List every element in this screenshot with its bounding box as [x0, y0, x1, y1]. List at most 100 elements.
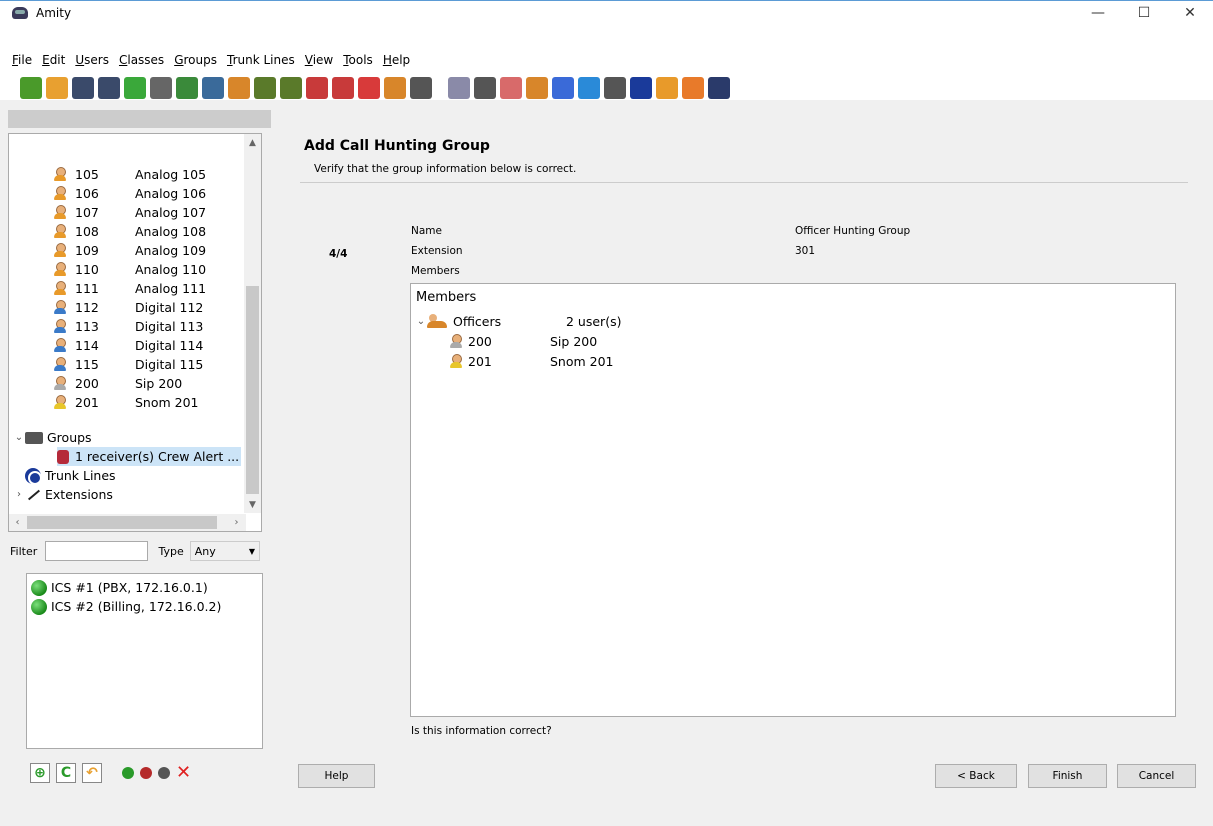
- alert-user-icon[interactable]: [358, 77, 380, 99]
- tools-icon[interactable]: [604, 77, 626, 99]
- phone-icon[interactable]: [410, 77, 432, 99]
- status-gray-icon[interactable]: [158, 767, 170, 779]
- trunk-icon[interactable]: [630, 77, 652, 99]
- groups-label: Groups: [47, 430, 92, 445]
- tree-groups-node[interactable]: ⌄ Groups: [13, 428, 92, 447]
- add-server-button[interactable]: ⊕: [30, 763, 50, 783]
- tree-user-item[interactable]: 111 Analog 111: [53, 279, 206, 298]
- forward-arrow-icon[interactable]: [682, 77, 704, 99]
- user-name: Analog 106: [135, 186, 207, 201]
- menu-view[interactable]: View: [300, 53, 338, 67]
- tree-trunk-lines-node[interactable]: Trunk Lines: [25, 466, 116, 485]
- link-icon[interactable]: [552, 77, 574, 99]
- undo-icon: ↶: [86, 765, 98, 781]
- tree-user-item[interactable]: 105 Analog 105: [53, 165, 206, 184]
- menu-help[interactable]: Help: [378, 53, 415, 67]
- add-group-icon[interactable]: [228, 77, 250, 99]
- scroll-thumb[interactable]: [246, 286, 259, 494]
- analog-user-icon: [53, 186, 67, 201]
- chevron-down-icon[interactable]: ⌄: [13, 432, 25, 443]
- server-item[interactable]: ICS #1 (PBX, 172.16.0.1): [27, 578, 262, 597]
- filter-input[interactable]: [45, 541, 149, 561]
- tree-horizontal-scrollbar[interactable]: ‹ ›: [9, 514, 246, 531]
- status-red-icon[interactable]: [140, 767, 152, 779]
- back-button[interactable]: < Back: [935, 764, 1017, 788]
- back-arrow-icon[interactable]: [656, 77, 678, 99]
- menu-edit[interactable]: Edit: [37, 53, 70, 67]
- delete-icon[interactable]: ✕: [176, 764, 191, 782]
- new-icon[interactable]: [20, 77, 42, 99]
- hunting-group-icon[interactable]: [254, 77, 276, 99]
- tree-user-item[interactable]: 108 Analog 108: [53, 222, 206, 241]
- scroll-down-icon[interactable]: ▼: [244, 496, 261, 513]
- tree-user-item[interactable]: 200 Sip 200: [53, 374, 182, 393]
- server-item[interactable]: ICS #2 (Billing, 172.16.0.2): [27, 597, 262, 616]
- undo-button[interactable]: ↶: [82, 763, 102, 783]
- server-icon[interactable]: [708, 77, 730, 99]
- menu-tools[interactable]: Tools: [338, 53, 378, 67]
- window-title: Amity: [36, 5, 72, 20]
- tree-user-item[interactable]: 201 Snom 201: [53, 393, 199, 412]
- upload-icon[interactable]: [578, 77, 600, 99]
- tree-user-item[interactable]: 106 Analog 106: [53, 184, 206, 203]
- export-icon[interactable]: [124, 77, 146, 99]
- tree-user-item[interactable]: 110 Analog 110: [53, 260, 206, 279]
- chevron-right-icon[interactable]: ›: [13, 489, 25, 500]
- gear-icon[interactable]: [474, 77, 496, 99]
- add-doc-icon[interactable]: [448, 77, 470, 99]
- ring-group-icon[interactable]: [280, 77, 302, 99]
- menu-trunk-lines[interactable]: Trunk Lines: [222, 53, 300, 67]
- dropdown-caret-icon: ▼: [248, 546, 255, 556]
- tree-extensions-node[interactable]: › Extensions: [13, 485, 113, 504]
- menu-groups[interactable]: Groups: [169, 53, 222, 67]
- disc-icon[interactable]: [500, 77, 522, 99]
- tree-user-item[interactable]: 113 Digital 113: [53, 317, 203, 336]
- status-green-icon[interactable]: [122, 767, 134, 779]
- refresh-button[interactable]: C: [56, 763, 76, 783]
- open-icon[interactable]: [46, 77, 68, 99]
- scroll-left-icon[interactable]: ‹: [9, 514, 26, 531]
- snom-user-icon: [449, 353, 463, 369]
- amity-app-icon: [12, 6, 28, 19]
- save-icon[interactable]: [72, 77, 94, 99]
- scroll-up-icon[interactable]: ▲: [244, 134, 261, 151]
- finish-button[interactable]: Finish: [1028, 764, 1107, 788]
- print-icon[interactable]: [150, 77, 172, 99]
- maximize-button[interactable]: ☐: [1121, 1, 1167, 25]
- member-row[interactable]: 200 Sip 200: [449, 331, 597, 351]
- crew-alert-label: 1 receiver(s) Crew Alert ...: [75, 449, 240, 464]
- tree-user-item[interactable]: 115 Digital 115: [53, 355, 203, 374]
- member-row[interactable]: 201 Snom 201: [449, 351, 614, 371]
- hscroll-thumb[interactable]: [27, 516, 217, 529]
- tree-user-item[interactable]: 114 Digital 114: [53, 336, 203, 355]
- analog-user-icon: [53, 281, 67, 296]
- server-label: ICS #1 (PBX, 172.16.0.1): [51, 580, 208, 595]
- chevron-down-icon[interactable]: ⌄: [415, 316, 427, 327]
- tree-user-item[interactable]: 107 Analog 107: [53, 203, 206, 222]
- type-select[interactable]: Any ▼: [189, 541, 260, 561]
- confirm-question: Is this information correct?: [411, 725, 552, 737]
- members-group-node[interactable]: ⌄ Officers 2 user(s): [415, 311, 622, 331]
- add-user-icon[interactable]: [176, 77, 198, 99]
- tree-vertical-scrollbar[interactable]: ▲ ▼: [244, 134, 261, 513]
- menu-file[interactable]: File: [7, 53, 37, 67]
- user-settings-icon[interactable]: [526, 77, 548, 99]
- user-card-icon[interactable]: [202, 77, 224, 99]
- scroll-right-icon[interactable]: ›: [228, 514, 245, 531]
- minimize-button[interactable]: —: [1075, 1, 1121, 25]
- digital-user-icon: [53, 319, 67, 334]
- menu-classes[interactable]: Classes: [114, 53, 169, 67]
- tree-user-item[interactable]: 112 Digital 112: [53, 298, 203, 317]
- cancel-button[interactable]: Cancel: [1117, 764, 1196, 788]
- tree-crew-alert-item[interactable]: 1 receiver(s) Crew Alert ...: [57, 447, 241, 466]
- user-name: Analog 110: [135, 262, 207, 277]
- conference-icon[interactable]: [384, 77, 406, 99]
- close-button[interactable]: ✕: [1167, 1, 1213, 25]
- save-as-icon[interactable]: [98, 77, 120, 99]
- user-ext: 201: [75, 395, 99, 410]
- help-button[interactable]: Help: [298, 764, 375, 788]
- tree-user-item[interactable]: 109 Analog 109: [53, 241, 206, 260]
- menu-users[interactable]: Users: [70, 53, 114, 67]
- speaker-icon[interactable]: [306, 77, 328, 99]
- speaker-2-icon[interactable]: [332, 77, 354, 99]
